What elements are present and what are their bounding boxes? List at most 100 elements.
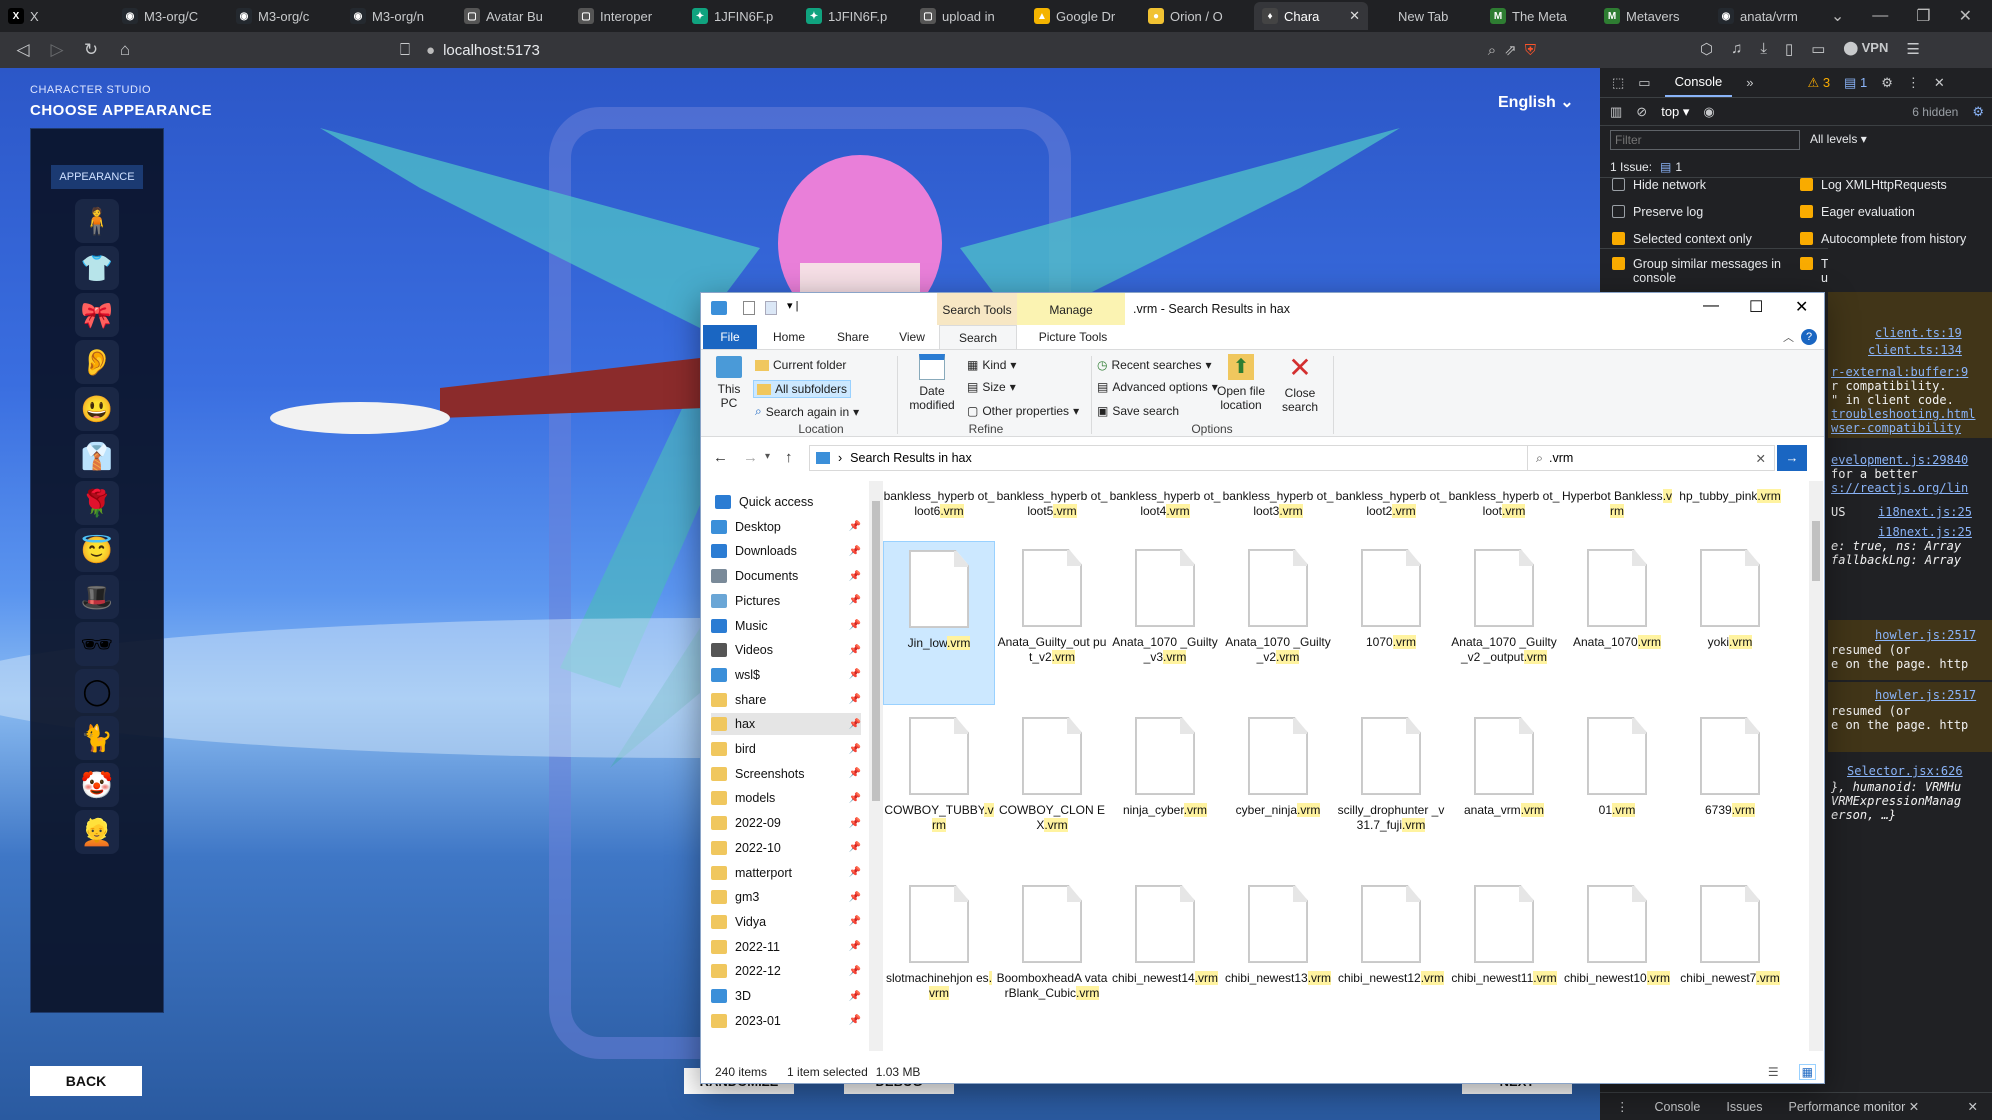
help-icon[interactable]: ?	[1801, 329, 1817, 345]
zoom-icon[interactable]: ⌕	[1488, 42, 1496, 59]
file-item[interactable]: chibi_newest12.vrm	[1335, 877, 1447, 1041]
drawer-tab-performance[interactable]: Performance monitor ✕	[1789, 1099, 1920, 1114]
bookmark-icon[interactable]: ⎕	[388, 40, 422, 60]
chevron-down-icon[interactable]: ⌄	[1831, 6, 1844, 26]
nav-item[interactable]: Pictures 📌	[711, 590, 861, 612]
address-bar[interactable]: ● localhost:5173 ⌕ ⇗ ⛨	[426, 36, 1536, 64]
log-source-link[interactable]: troubleshooting.html	[1831, 407, 1976, 421]
advanced-options-button[interactable]: ▤ Advanced options ▾	[1097, 380, 1218, 394]
nav-item[interactable]: wsl$ 📌	[711, 664, 861, 686]
browser-tab[interactable]: M The Meta	[1482, 2, 1596, 30]
nav-scrollbar[interactable]	[869, 481, 883, 1051]
log-source-link[interactable]: evelopment.js:29840	[1831, 453, 1968, 467]
extensions-icon[interactable]: ⬡	[1700, 40, 1713, 58]
nav-item[interactable]: Videos 📌	[711, 639, 861, 661]
console-setting-checkbox[interactable]: Log XMLHttpRequests	[1800, 178, 1980, 192]
browser-tab[interactable]: ▢ upload in	[912, 2, 1026, 30]
vpn-button[interactable]: ⬤ VPN	[1843, 40, 1888, 58]
tab-view[interactable]: View	[887, 325, 937, 349]
other-properties-button[interactable]: ▢ Other properties ▾	[967, 404, 1079, 418]
bow-icon[interactable]: 🎀	[75, 293, 119, 337]
file-item[interactable]: bankless_hyperb ot_loot.vrm	[1448, 481, 1560, 519]
sidebar-icon[interactable]: ▯	[1785, 40, 1793, 58]
browser-tab[interactable]: ✦ 1JFIN6F.p	[798, 2, 912, 30]
size-button[interactable]: ▤ Size ▾	[967, 380, 1016, 394]
save-search-button[interactable]: ▣ Save search	[1097, 404, 1179, 418]
close-tab-icon[interactable]: ✕	[1349, 8, 1360, 24]
nav-item[interactable]: models 📌	[711, 787, 861, 809]
content-scrollbar[interactable]	[1809, 481, 1823, 1051]
back-icon[interactable]: ←	[713, 449, 728, 466]
nav-item[interactable]: bird 📌	[711, 738, 861, 760]
info-badge[interactable]: ▤ 1	[1844, 75, 1867, 91]
close-icon[interactable]: ✕	[1795, 297, 1808, 317]
nav-item[interactable]: Desktop 📌	[711, 516, 861, 538]
menu-icon[interactable]: ☰	[1906, 40, 1919, 58]
clown-icon[interactable]: 🤡	[75, 763, 119, 807]
up-icon[interactable]: ↑	[785, 449, 793, 466]
media-icon[interactable]: ♫	[1731, 40, 1742, 58]
glasses-icon[interactable]: 🕶	[75, 622, 119, 666]
browser-tab[interactable]: ● Orion / O	[1140, 2, 1254, 30]
device-toolbar-icon[interactable]: ▭	[1638, 75, 1650, 91]
nav-item[interactable]: 2022-09 📌	[711, 812, 861, 834]
file-item[interactable]: Anata_1070 _Guilty_v2 _output.vrm	[1448, 541, 1560, 705]
file-item[interactable]: COWBOY_TUBBY.vrm	[883, 709, 995, 873]
kind-button[interactable]: ▦ Kind ▾	[967, 358, 1016, 372]
log-source-link[interactable]: i18next.js:25	[1878, 525, 1972, 539]
home-icon[interactable]: ⌂	[108, 40, 142, 60]
file-item[interactable]: cyber_ninja.vrm	[1222, 709, 1334, 873]
console-setting-checkbox[interactable]: Autocomplete from history	[1800, 232, 1980, 246]
tab-console[interactable]: Console	[1664, 68, 1733, 97]
console-setting-checkbox[interactable]: Group similar messages in console	[1612, 257, 1792, 285]
log-source-link[interactable]: client.ts:19	[1875, 326, 1962, 340]
gear-icon[interactable]: ⚙	[1972, 104, 1992, 120]
open-file-location-button[interactable]: ⬆ Open file location	[1213, 354, 1269, 412]
drawer-tab-issues[interactable]: Issues	[1726, 1100, 1762, 1114]
nav-item[interactable]: Quick access	[715, 491, 865, 513]
search-go-button[interactable]: →	[1777, 445, 1807, 471]
file-item[interactable]: ninja_cyber.vrm	[1109, 709, 1221, 873]
file-item[interactable]: 6739.vrm	[1674, 709, 1786, 873]
file-item[interactable]: Anata_1070 _Guilty_v2.vrm	[1222, 541, 1334, 705]
ring-icon[interactable]: ◯	[75, 669, 119, 713]
maximize-icon[interactable]: ☐	[1749, 297, 1763, 317]
log-source-link[interactable]: wser-compatibility	[1831, 421, 1961, 435]
issues-line[interactable]: 1 Issue: ▤ 1	[1600, 156, 1992, 178]
ear-icon[interactable]: 👂	[75, 340, 119, 384]
forward-icon[interactable]: ▷	[40, 40, 74, 60]
file-item[interactable]: chibi_newest11.vrm	[1448, 877, 1560, 1041]
date-modified-button[interactable]: Date modified	[903, 354, 961, 412]
nav-item[interactable]: 2022-11 📌	[711, 936, 861, 958]
console-setting-checkbox[interactable]: Selected context only	[1612, 232, 1792, 246]
restore-icon[interactable]: ❐	[1916, 6, 1930, 26]
log-source-link[interactable]: howler.js:2517	[1875, 628, 1976, 642]
drawer-close-icon[interactable]: ✕	[1968, 1099, 1992, 1114]
nav-item[interactable]: Vidya 📌	[711, 911, 861, 933]
log-source-link[interactable]: r-external:buffer:9	[1831, 365, 1968, 379]
file-item[interactable]: bankless_hyperb ot_loot2.vrm	[1335, 481, 1447, 519]
log-source-link[interactable]: client.ts:134	[1868, 343, 1962, 357]
person-icon[interactable]: 🧍	[75, 199, 119, 243]
tab-picture-tools[interactable]: Picture Tools	[1027, 325, 1119, 349]
close-icon[interactable]: ✕	[1934, 75, 1945, 91]
file-item[interactable]: Anata_1070.vrm	[1561, 541, 1673, 705]
hair-icon[interactable]: 👱	[75, 810, 119, 854]
file-item[interactable]: chibi_newest10.vrm	[1561, 877, 1673, 1041]
file-item[interactable]: anata_vrm.vrm	[1448, 709, 1560, 873]
hat-icon[interactable]: 🎩	[75, 575, 119, 619]
properties-icon[interactable]	[743, 301, 755, 315]
halo-face-icon[interactable]: 😇	[75, 528, 119, 572]
reload-icon[interactable]: ↻	[74, 40, 108, 60]
file-item[interactable]: hp_tubby_pink.vrm	[1674, 481, 1786, 504]
browser-tab[interactable]: ▢ Avatar Bu	[456, 2, 570, 30]
browser-tab[interactable]: ◉ M3-org/C	[114, 2, 228, 30]
file-item[interactable]: Jin_low.vrm	[883, 541, 995, 705]
current-folder-button[interactable]: Current folder	[755, 358, 846, 372]
browser-tab[interactable]: ▢ Interoper	[570, 2, 684, 30]
search-input[interactable]: .vrm	[1549, 451, 1573, 465]
log-source-link[interactable]: howler.js:2517	[1875, 688, 1976, 702]
browser-tab[interactable]: ▲ Google Dr	[1026, 2, 1140, 30]
browser-tab[interactable]: New Tab	[1368, 2, 1482, 30]
tab-share[interactable]: Share	[823, 325, 883, 349]
